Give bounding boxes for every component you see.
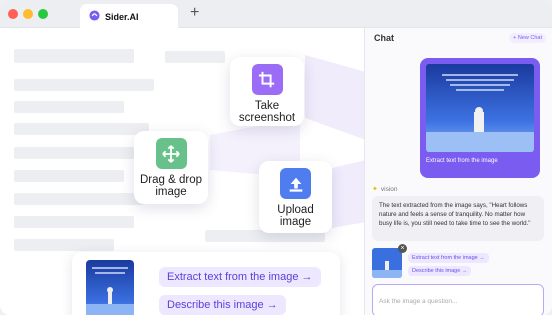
chat-input-placeholder: Ask the image a question... [379,298,458,305]
bot-name: vision [380,185,398,193]
remove-image-icon[interactable]: × [398,244,407,253]
user-message-bubble: Extract text from the image [420,58,540,178]
sparkle-icon: ✦ [372,186,378,193]
user-uploaded-image[interactable] [426,64,534,152]
extract-text-suggestion[interactable]: Extract text from the image → [408,253,489,263]
describe-image-suggestion[interactable]: Describe this image → [408,266,472,276]
image-actions-panel: Extract text from the image → Describe t… [72,252,340,315]
chat-title: Chat [374,33,394,43]
drag-drop-label: Drag & drop image [139,174,202,198]
image-thumbnail[interactable] [86,260,134,315]
bot-header: ✦ vision [372,185,398,194]
crop-icon [251,64,283,95]
user-message-text: Extract text from the image [426,158,498,164]
take-screenshot-card[interactable]: Take screenshot [230,57,304,126]
upload-icon [280,168,311,199]
chat-sidebar: Chat + New Chat Extract text from the im… [364,28,552,315]
describe-image-chip[interactable]: Describe this image → [159,295,286,315]
chat-input[interactable]: Ask the image a question... [372,284,544,315]
take-screenshot-label: Take screenshot [238,100,296,124]
upload-image-card[interactable]: Upload image [259,161,332,233]
upload-image-label: Upload image [277,204,314,228]
app-window: Sider.AI + Take screenshot Drag & drop i… [0,0,552,315]
attached-image-thumbnail[interactable] [372,248,402,278]
drag-drop-card[interactable]: Drag & drop image [134,131,208,204]
move-icon [155,138,187,169]
new-chat-button[interactable]: + New Chat [509,33,546,43]
extract-text-chip[interactable]: Extract text from the image → [159,267,321,287]
bot-message: The text extracted from the image says, … [372,196,544,241]
